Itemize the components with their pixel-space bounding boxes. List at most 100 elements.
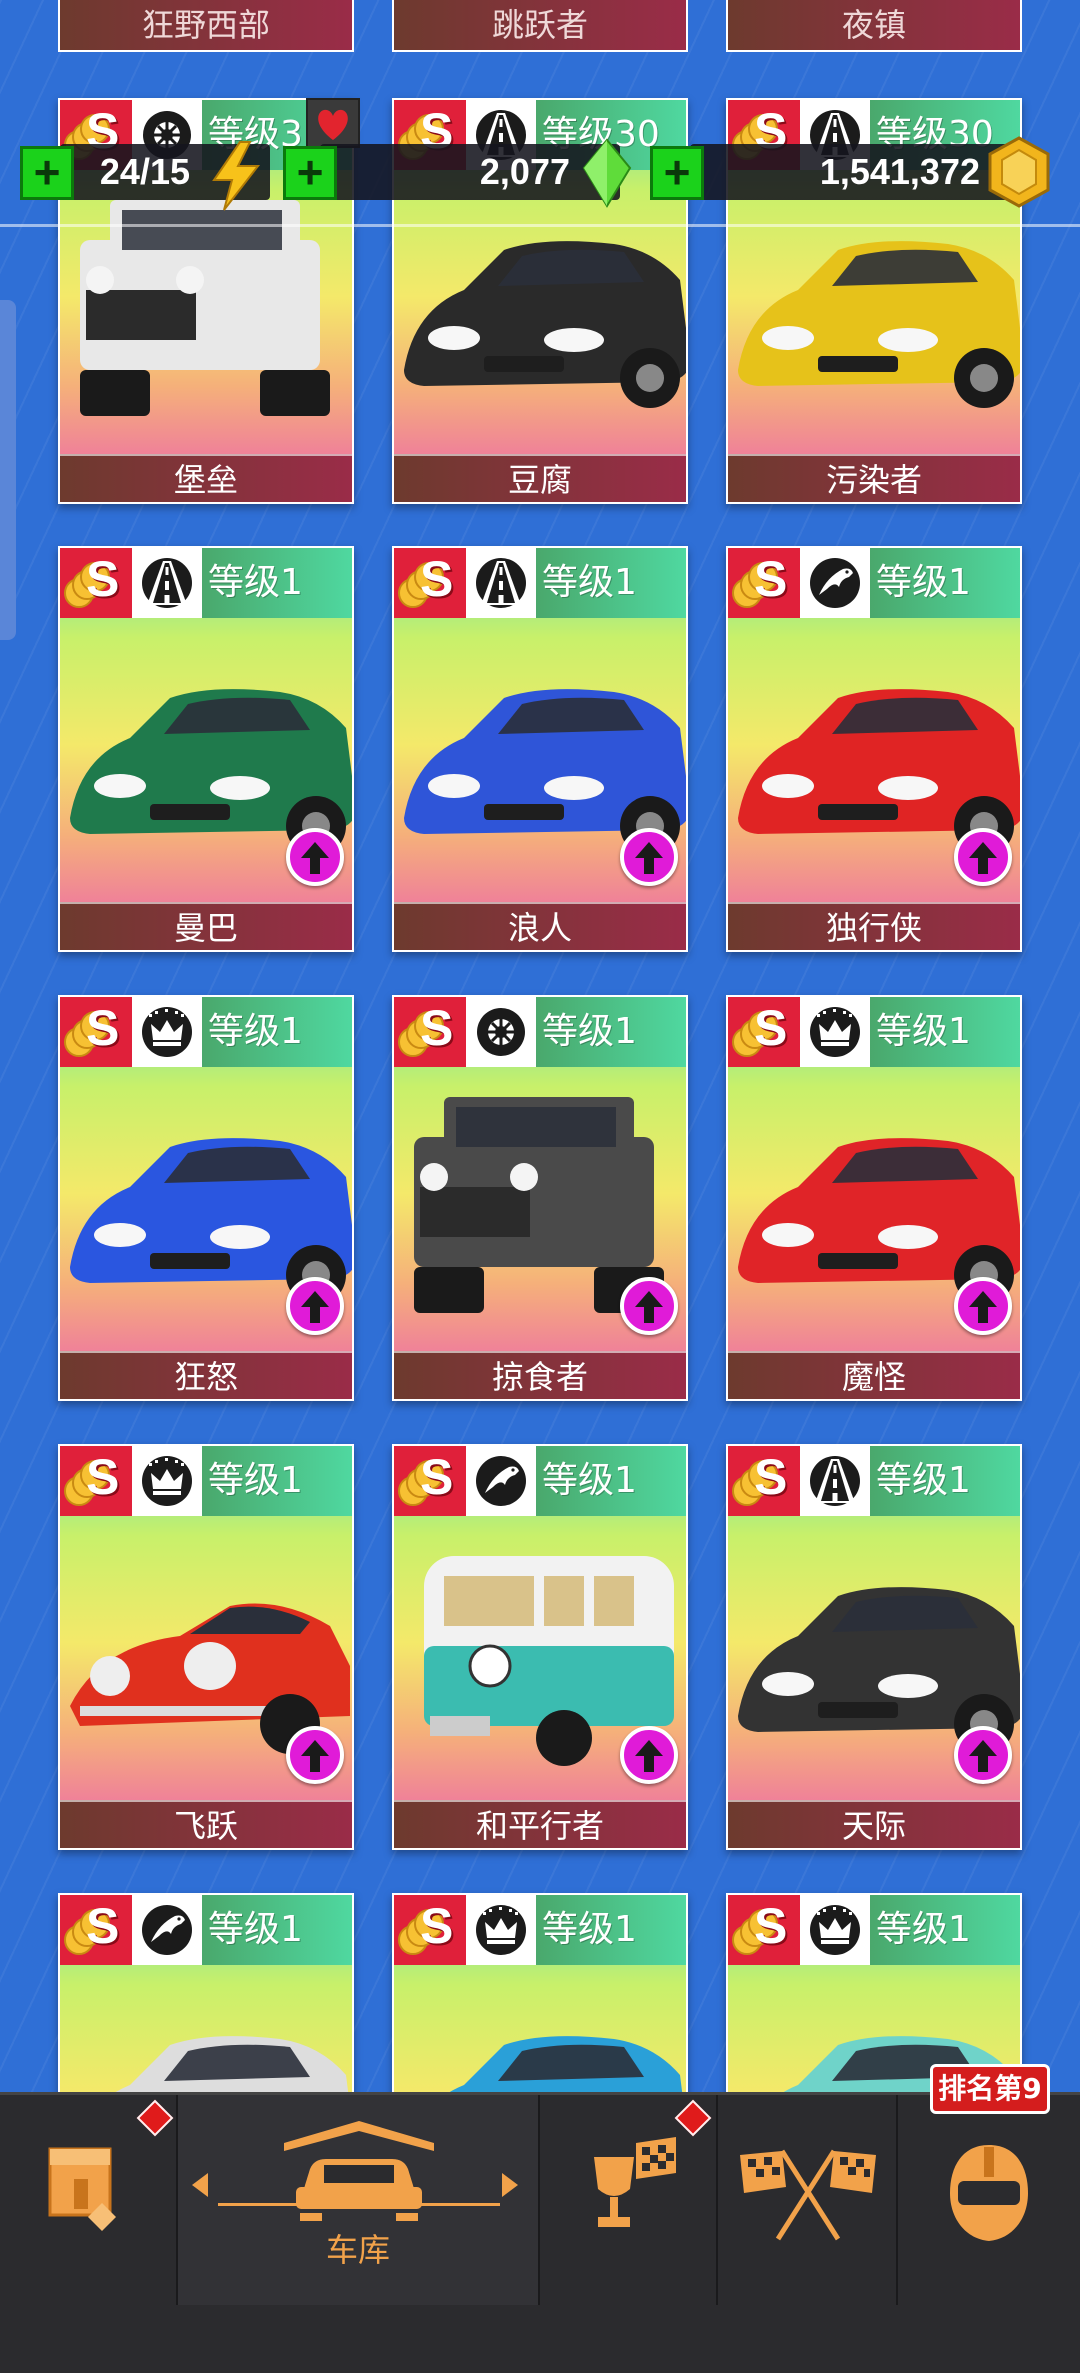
car-card[interactable]: S 等级1 天际	[726, 1444, 1022, 1850]
level-label: 等级1	[536, 1895, 686, 1965]
s-class-badge-icon: S	[728, 548, 800, 618]
car-name: 掠食者	[394, 1351, 686, 1399]
chevron-left-icon	[192, 2173, 208, 2197]
crown-icon	[800, 997, 870, 1067]
upgrade-available-icon[interactable]	[954, 828, 1012, 886]
upgrade-available-icon[interactable]	[286, 1277, 344, 1335]
car-name: 独行侠	[728, 902, 1020, 950]
resource-bar: + 24/15 + 2,077 + 1,541,372	[0, 98, 1080, 230]
s-class-badge-icon: S	[60, 997, 132, 1067]
s-class-badge-icon: S	[394, 1895, 466, 1965]
car-card[interactable]: S 等级1 魔怪	[726, 995, 1022, 1401]
side-drawer-tab[interactable]	[0, 300, 16, 640]
card-name-partial[interactable]: 跳跃者	[392, 0, 688, 52]
crown-icon	[800, 1895, 870, 1965]
s-class-badge-icon: S	[60, 548, 132, 618]
horse-icon	[466, 1446, 536, 1516]
car-card[interactable]: S 等级1 飞跃	[58, 1444, 354, 1850]
add-energy-button[interactable]: +	[20, 146, 74, 200]
race-flags-icon	[740, 2149, 876, 2241]
card-name-partial[interactable]: 狂野西部	[58, 0, 354, 52]
level-label: 等级1	[536, 997, 686, 1067]
tire-icon	[466, 997, 536, 1067]
upgrade-available-icon[interactable]	[620, 1726, 678, 1784]
active-indicator	[218, 2203, 500, 2206]
card-header: S 等级1	[728, 1446, 1020, 1516]
s-class-badge-icon: S	[60, 1446, 132, 1516]
add-gems-button[interactable]: +	[283, 146, 337, 200]
level-label: 等级1	[536, 1446, 686, 1516]
horse-icon	[132, 1895, 202, 1965]
rank-badge[interactable]: 排名第9	[930, 2064, 1050, 2114]
car-card[interactable]: S 等级1 和平行者	[392, 1444, 688, 1850]
s-class-badge-icon: S	[394, 997, 466, 1067]
heart-slot	[306, 98, 360, 148]
level-label: 等级1	[202, 997, 352, 1067]
lightning-icon	[212, 141, 261, 211]
card-name-partial[interactable]: 夜镇	[726, 0, 1022, 52]
card-header: S 等级1	[394, 1895, 686, 1965]
nav-profile[interactable]	[898, 2095, 1080, 2305]
garage-car-icon	[284, 2121, 434, 2221]
s-class-badge-icon: S	[60, 1895, 132, 1965]
upgrade-available-icon[interactable]	[954, 1726, 1012, 1784]
car-name: 堡垒	[60, 454, 352, 502]
level-label: 等级1	[870, 997, 1020, 1067]
crown-icon	[132, 1446, 202, 1516]
gem-value: 2,077	[479, 151, 570, 192]
car-name: 浪人	[394, 902, 686, 950]
shop-icon	[48, 2147, 116, 2231]
horse-icon	[800, 548, 870, 618]
card-header: S 等级1	[60, 1895, 352, 1965]
heart-icon	[318, 109, 348, 140]
upgrade-available-icon[interactable]	[620, 1277, 678, 1335]
s-class-badge-icon: S	[728, 1446, 800, 1516]
car-name: 曼巴	[60, 902, 352, 950]
card-header: S 等级1	[728, 1895, 1020, 1965]
upgrade-available-icon[interactable]	[286, 828, 344, 886]
car-name: 天际	[728, 1800, 1020, 1848]
car-name: 污染者	[728, 454, 1020, 502]
chevron-right-icon	[502, 2173, 518, 2197]
car-name: 和平行者	[394, 1800, 686, 1848]
trophy-flag-icon	[594, 2137, 676, 2227]
car-card[interactable]: S 等级1 曼巴	[58, 546, 354, 952]
nav-race[interactable]	[718, 2095, 898, 2305]
car-name: 豆腐	[394, 454, 686, 502]
level-label: 等级1	[202, 548, 352, 618]
energy-value: 24/15	[99, 151, 190, 192]
card-header: S 等级1	[394, 997, 686, 1067]
level-label: 等级1	[202, 1895, 352, 1965]
road-icon	[466, 548, 536, 618]
car-card[interactable]: S 等级1 独行侠	[726, 546, 1022, 952]
road-icon	[132, 548, 202, 618]
card-header: S 等级1	[728, 997, 1020, 1067]
s-class-badge-icon: S	[394, 1446, 466, 1516]
car-name: 狂怒	[60, 1351, 352, 1399]
level-label: 等级1	[870, 1895, 1020, 1965]
nav-garage[interactable]: 车库	[178, 2095, 540, 2305]
garage-label: 车库	[325, 2231, 390, 2269]
s-class-badge-icon: S	[728, 1895, 800, 1965]
car-name: 魔怪	[728, 1351, 1020, 1399]
car-card[interactable]: S 等级1 浪人	[392, 546, 688, 952]
level-label: 等级1	[870, 548, 1020, 618]
level-label: 等级1	[202, 1446, 352, 1516]
level-label: 等级1	[870, 1446, 1020, 1516]
card-header: S 等级1	[394, 548, 686, 618]
crown-icon	[466, 1895, 536, 1965]
upgrade-available-icon[interactable]	[286, 1726, 344, 1784]
card-header: S 等级1	[60, 1446, 352, 1516]
s-class-badge-icon: S	[728, 997, 800, 1067]
add-coins-button[interactable]: +	[650, 146, 704, 200]
road-icon	[800, 1446, 870, 1516]
helmet-icon	[950, 2145, 1028, 2241]
card-header: S 等级1	[728, 548, 1020, 618]
card-name-label: 夜镇	[841, 6, 906, 44]
car-card[interactable]: S 等级1 狂怒	[58, 995, 354, 1401]
gem-icon	[582, 138, 632, 208]
car-card[interactable]: S 等级1 掠食者	[392, 995, 688, 1401]
card-header: S 等级1	[60, 997, 352, 1067]
upgrade-available-icon[interactable]	[954, 1277, 1012, 1335]
upgrade-available-icon[interactable]	[620, 828, 678, 886]
